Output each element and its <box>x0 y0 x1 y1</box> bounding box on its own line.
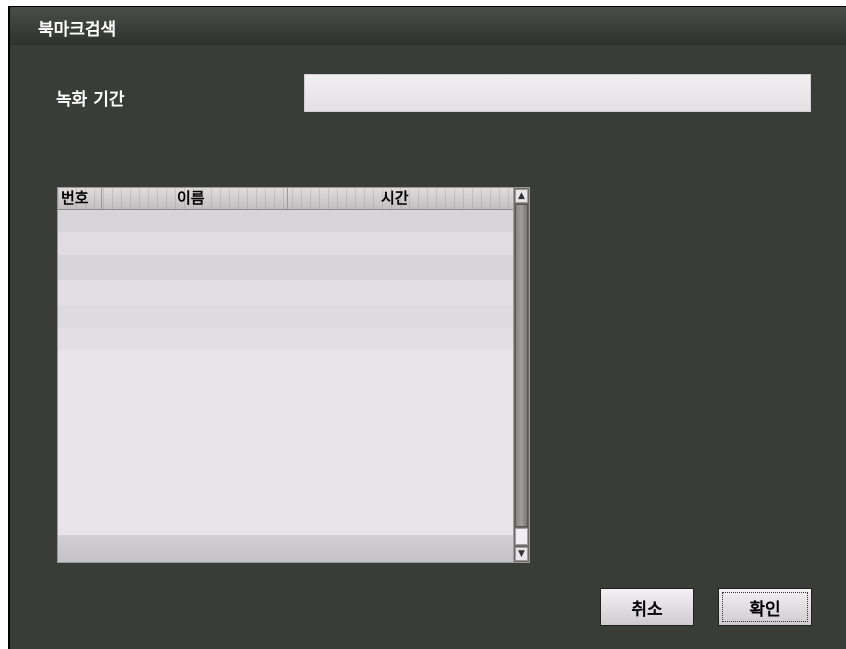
list-header: 번호 이름 시간 <box>58 188 513 210</box>
recording-period-field[interactable] <box>304 74 811 112</box>
column-header-name-label: 이름 <box>177 189 205 207</box>
ok-button-label: 확인 <box>749 599 781 620</box>
bookmark-list[interactable]: 번호 이름 시간 ▲ ▼ <box>57 187 530 563</box>
scrollbar-thumb[interactable] <box>515 204 528 527</box>
scrollbar-track-end <box>515 528 528 545</box>
recording-period-label: 녹화 기간 <box>56 90 125 110</box>
column-header-name[interactable]: 이름 <box>102 188 288 209</box>
scroll-down-arrow-icon[interactable]: ▼ <box>515 547 528 561</box>
column-header-time[interactable]: 시간 <box>288 188 513 209</box>
dialog-title: 북마크검색 <box>38 20 117 40</box>
vertical-scrollbar[interactable]: ▲ ▼ <box>513 188 529 562</box>
title-bar: 북마크검색 <box>10 7 846 45</box>
ok-button[interactable]: 확인 <box>718 588 812 626</box>
column-header-number-label: 번호 <box>61 189 89 207</box>
column-header-number[interactable]: 번호 <box>58 188 102 209</box>
list-body[interactable] <box>58 210 513 562</box>
column-header-time-label: 시간 <box>381 189 409 207</box>
scroll-up-arrow-icon[interactable]: ▲ <box>515 189 528 203</box>
bookmark-search-dialog: 북마크검색 녹화 기간 번호 이름 시간 ▲ ▼ 취소 확인 <box>8 6 846 649</box>
cancel-button[interactable]: 취소 <box>600 588 694 626</box>
